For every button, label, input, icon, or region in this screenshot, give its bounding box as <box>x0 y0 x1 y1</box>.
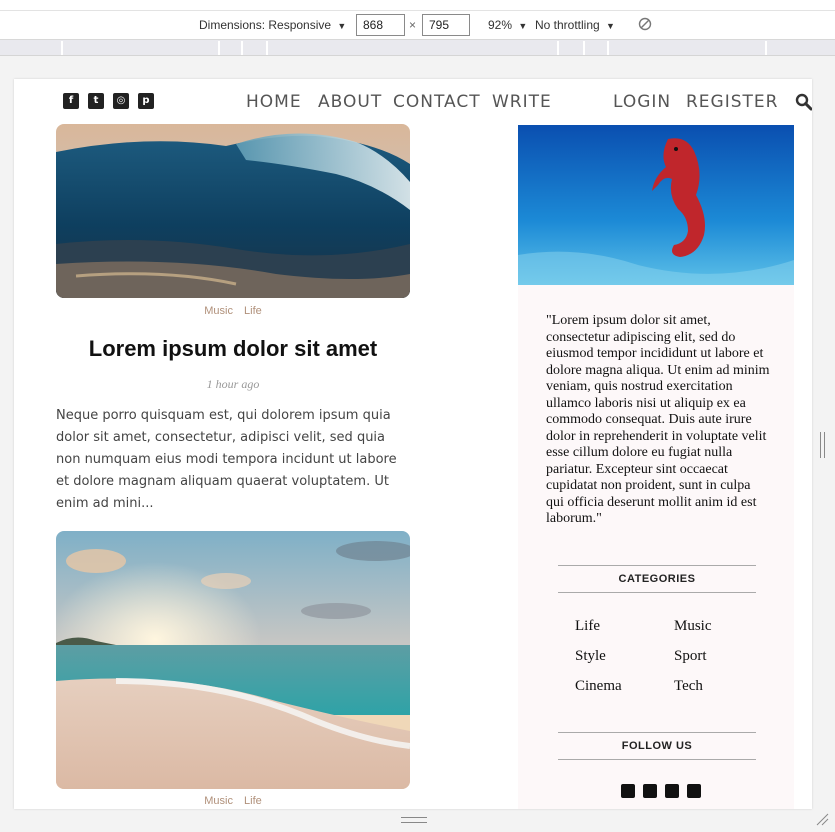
pinterest-icon[interactable] <box>687 784 701 798</box>
chevron-down-icon: ▼ <box>337 21 347 31</box>
beach-picture <box>56 531 410 789</box>
top-nav: f t ◎ p HOME ABOUT CONTACT WRITE LOGIN R… <box>14 79 812 125</box>
sidebar-about-text: "Lorem ipsum dolor sit amet, consectetur… <box>546 313 770 526</box>
ruler-mark <box>61 41 63 55</box>
ruler-mark <box>607 41 609 55</box>
width-input[interactable] <box>356 14 405 36</box>
ruler-mark <box>557 41 559 55</box>
category-link[interactable]: Music <box>204 795 233 807</box>
chevron-down-icon: ▼ <box>518 21 528 31</box>
sidebar-category-style[interactable]: Style <box>575 648 606 665</box>
post-categories: Music Life <box>56 305 410 317</box>
ruler-mark <box>765 41 767 55</box>
nav-home[interactable]: HOME <box>246 92 302 112</box>
toolbar-divider <box>0 10 835 11</box>
follow-us-heading: FOLLOW US <box>558 732 756 760</box>
facebook-icon[interactable] <box>621 784 635 798</box>
ruler-mark <box>241 41 243 55</box>
facebook-icon[interactable]: f <box>63 93 79 109</box>
post-image-wave[interactable] <box>56 124 410 298</box>
post-image-beach[interactable] <box>56 531 410 789</box>
device-toolbar: Dimensions: Responsive ▼ × 92% ▼ No thro… <box>0 0 835 40</box>
nav-write[interactable]: WRITE <box>492 92 552 112</box>
throttling-label: No throttling <box>535 18 600 32</box>
twitter-icon[interactable] <box>643 784 657 798</box>
viewport-resize-handle-right[interactable] <box>820 432 825 458</box>
ruler-mark <box>583 41 585 55</box>
sidebar-seahorse-image <box>518 125 794 285</box>
rotate-icon[interactable] <box>638 17 652 31</box>
sidebar-category-tech[interactable]: Tech <box>674 678 703 695</box>
instagram-icon[interactable] <box>665 784 679 798</box>
viewport-resize-handle-bottom[interactable] <box>401 817 427 823</box>
throttling-dropdown[interactable]: No throttling ▼ <box>535 18 615 32</box>
sidebar: "Lorem ipsum dolor sit amet, consectetur… <box>518 125 794 809</box>
ruler-mark <box>266 41 268 55</box>
dimensions-dropdown[interactable]: Dimensions: Responsive ▼ <box>199 18 346 32</box>
twitter-icon[interactable]: t <box>88 93 104 109</box>
categories-heading: CATEGORIES <box>558 565 756 593</box>
page-viewport: f t ◎ p HOME ABOUT CONTACT WRITE LOGIN R… <box>14 79 812 809</box>
height-input[interactable] <box>422 14 470 36</box>
post-title[interactable]: Lorem ipsum dolor sit amet <box>56 336 410 362</box>
pinterest-icon[interactable]: p <box>138 93 154 109</box>
search-icon[interactable] <box>795 93 812 111</box>
times-separator: × <box>409 18 417 32</box>
sidebar-category-sport[interactable]: Sport <box>674 648 707 665</box>
category-link[interactable]: Life <box>244 305 262 317</box>
zoom-dropdown[interactable]: 92% ▼ <box>488 18 527 32</box>
sidebar-category-music[interactable]: Music <box>674 618 712 635</box>
nav-about[interactable]: ABOUT <box>318 92 382 112</box>
nav-contact[interactable]: CONTACT <box>393 92 481 112</box>
category-link[interactable]: Music <box>204 305 233 317</box>
zoom-label: 92% <box>488 18 513 32</box>
resize-corner-icon[interactable] <box>815 812 829 826</box>
chevron-down-icon: ▼ <box>606 21 615 31</box>
post-description: Neque porro quisquam est, qui dolorem ip… <box>56 408 397 511</box>
post-date: 1 hour ago <box>206 377 260 391</box>
post-categories: Music Life <box>56 795 410 807</box>
category-link[interactable]: Life <box>244 795 262 807</box>
nav-login[interactable]: LOGIN <box>613 92 671 112</box>
instagram-icon[interactable]: ◎ <box>113 93 129 109</box>
sidebar-category-cinema[interactable]: Cinema <box>575 678 622 695</box>
wave-picture <box>56 124 410 298</box>
nav-register[interactable]: REGISTER <box>686 92 778 112</box>
ruler-mark <box>218 41 220 55</box>
dimensions-label: Dimensions: Responsive <box>199 18 332 32</box>
sidebar-category-life[interactable]: Life <box>575 618 600 635</box>
media-query-bar[interactable] <box>0 40 835 56</box>
